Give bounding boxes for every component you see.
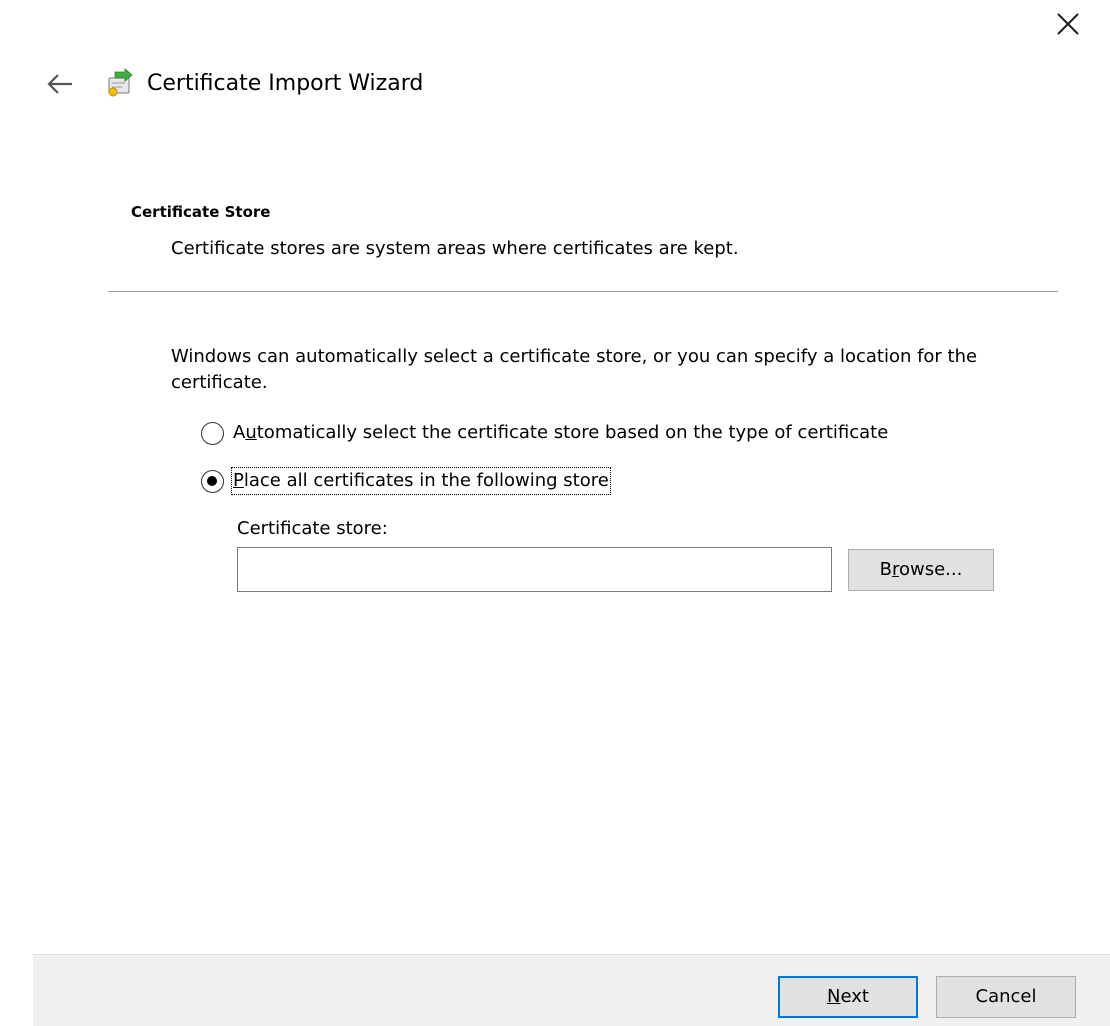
radio-place-all-label[interactable]: Place all certificates in the following … [231,467,611,495]
browse-mnemonic: r [891,559,899,580]
section-heading: Certificate Store [131,203,271,221]
certificate-import-wizard-dialog: Certificate Import Wizard Certificate St… [0,0,1110,1026]
radio-selected-dot [207,475,217,486]
close-button[interactable] [1050,6,1086,42]
back-button[interactable] [44,70,76,98]
radio-auto-select-label-start: A [233,422,246,443]
browse-label-start: B [879,559,892,580]
header-separator [108,291,1058,292]
radio-place-all-label-rest: lace all certificates in the following s… [243,470,609,491]
next-label-rest: ext [840,986,869,1007]
certificate-store-input[interactable] [237,547,832,592]
certificate-store-label: Certificate store: [237,518,388,539]
radio-auto-select-label-rest: tomatically select the certificate store… [256,422,889,443]
close-icon [1057,13,1079,35]
radio-auto-select-mnemonic: u [245,422,257,443]
radio-auto-select[interactable]: Automatically select the certificate sto… [201,418,889,448]
section-description: Certificate stores are system areas wher… [171,238,739,259]
radio-auto-select-circle[interactable] [201,421,224,445]
wizard-title: Certificate Import Wizard [147,71,424,96]
certificate-icon [103,68,135,100]
browse-label-rest: owse... [899,559,963,580]
radio-place-all-mnemonic: P [233,470,244,491]
back-arrow-icon [47,74,72,94]
next-mnemonic: N [827,986,841,1007]
radio-auto-select-label[interactable]: Automatically select the certificate sto… [232,420,889,446]
cancel-button[interactable]: Cancel [936,976,1076,1018]
intro-text: Windows can automatically select a certi… [171,346,978,393]
next-button[interactable]: Next [778,976,918,1018]
radio-place-all[interactable]: Place all certificates in the following … [201,466,611,496]
browse-button[interactable]: Browse... [848,549,994,591]
radio-place-all-circle[interactable] [201,469,224,493]
